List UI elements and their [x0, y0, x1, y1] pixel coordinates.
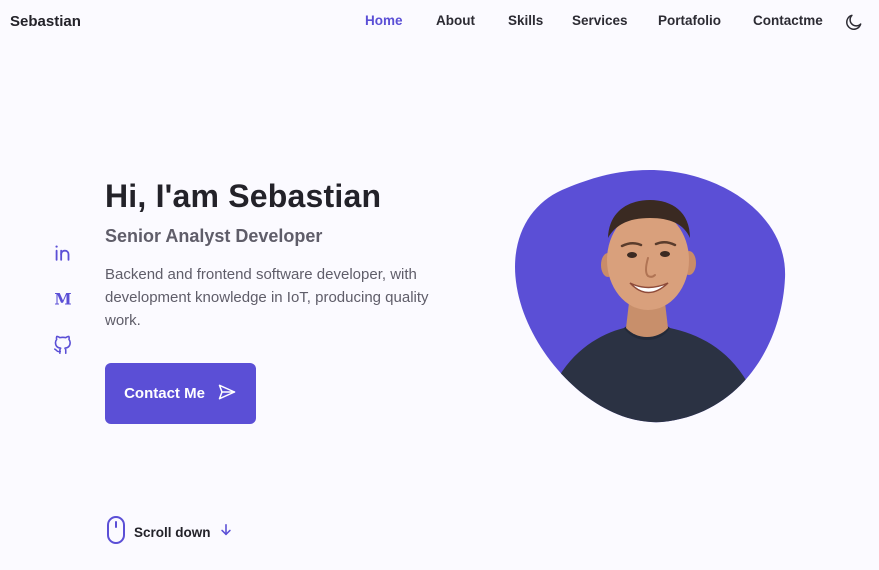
hero-description: Backend and frontend software developer,… — [105, 266, 429, 329]
nav-item-portafolio[interactable]: Portafolio — [658, 13, 721, 28]
contact-me-label: Contact Me — [124, 385, 205, 402]
moon-icon[interactable] — [844, 12, 864, 32]
contact-me-button[interactable]: Contact Me — [105, 363, 256, 424]
header: Sebastian Home About Skills Services Por… — [0, 0, 879, 44]
scroll-down-button[interactable]: Scroll down — [106, 515, 233, 550]
profile-photo — [512, 168, 788, 424]
page: Sebastian Home About Skills Services Por… — [0, 0, 879, 570]
scroll-down-label: Scroll down — [134, 524, 211, 540]
nav-item-services[interactable]: Services — [572, 13, 628, 28]
mouse-icon — [106, 515, 126, 550]
send-icon — [217, 382, 237, 406]
nav-item-home[interactable]: Home — [365, 13, 403, 28]
svg-text:M: M — [54, 290, 71, 309]
github-icon[interactable] — [52, 334, 74, 356]
nav-item-skills[interactable]: Skills — [508, 13, 543, 28]
arrow-down-icon — [219, 523, 233, 542]
main-nav: Home About Skills Services Portafolio Co… — [0, 13, 879, 33]
hero-subtitle: Senior Analyst Developer — [105, 226, 323, 246]
nav-item-contactme[interactable]: Contactme — [753, 13, 823, 28]
medium-icon[interactable]: M — [52, 288, 74, 310]
nav-item-about[interactable]: About — [436, 13, 475, 28]
hero-title: Hi, I'am Sebastian — [105, 178, 382, 214]
linkedin-icon[interactable] — [52, 242, 74, 264]
